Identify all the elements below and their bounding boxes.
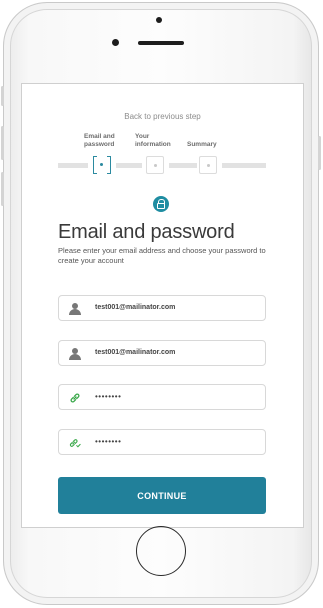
progress-bar-segment — [116, 163, 142, 168]
volume-down-button — [1, 172, 4, 206]
mute-switch — [1, 86, 4, 106]
step-indicator-email-password[interactable] — [93, 156, 111, 174]
step-indicator-your-information[interactable] — [146, 156, 164, 174]
page-title: Email and password — [58, 221, 235, 243]
step-label-email-password: Email and password — [84, 133, 115, 148]
app-screen: Back to previous step Email and password… — [21, 83, 304, 528]
confirm-email-field[interactable]: test001@mailinator.com — [58, 340, 266, 366]
step-label-summary: Summary — [187, 141, 217, 148]
password-field[interactable]: •••••••• — [58, 384, 266, 410]
step-dot — [207, 164, 210, 167]
progress-bar-segment — [169, 163, 197, 168]
confirm-email-value: test001@mailinator.com — [95, 349, 176, 356]
step-dot — [154, 164, 157, 167]
step-dot-active — [100, 163, 103, 166]
email-field[interactable]: test001@mailinator.com — [58, 295, 266, 321]
page-subtitle: Please enter your email address and choo… — [58, 246, 266, 265]
back-to-previous-step-link[interactable]: Back to previous step — [22, 112, 303, 121]
volume-up-button — [1, 126, 4, 160]
password-value: •••••••• — [95, 392, 122, 401]
confirm-password-value: •••••••• — [95, 437, 122, 446]
power-button — [318, 136, 321, 170]
user-icon — [69, 303, 81, 315]
link-check-icon — [69, 439, 81, 448]
proximity-sensor — [156, 17, 162, 23]
progress-bar-segment — [222, 163, 266, 168]
link-icon — [70, 393, 80, 403]
front-camera — [112, 39, 119, 46]
email-value: test001@mailinator.com — [95, 304, 176, 311]
earpiece-speaker — [138, 41, 184, 45]
user-icon — [69, 348, 81, 360]
progress-bar-segment — [58, 163, 88, 168]
step-indicator-summary[interactable] — [199, 156, 217, 174]
lock-icon — [153, 196, 169, 212]
home-button[interactable] — [136, 526, 186, 576]
continue-button[interactable]: CONTINUE — [58, 477, 266, 514]
step-label-your-information: Your information — [135, 133, 171, 148]
confirm-password-field[interactable]: •••••••• — [58, 429, 266, 455]
